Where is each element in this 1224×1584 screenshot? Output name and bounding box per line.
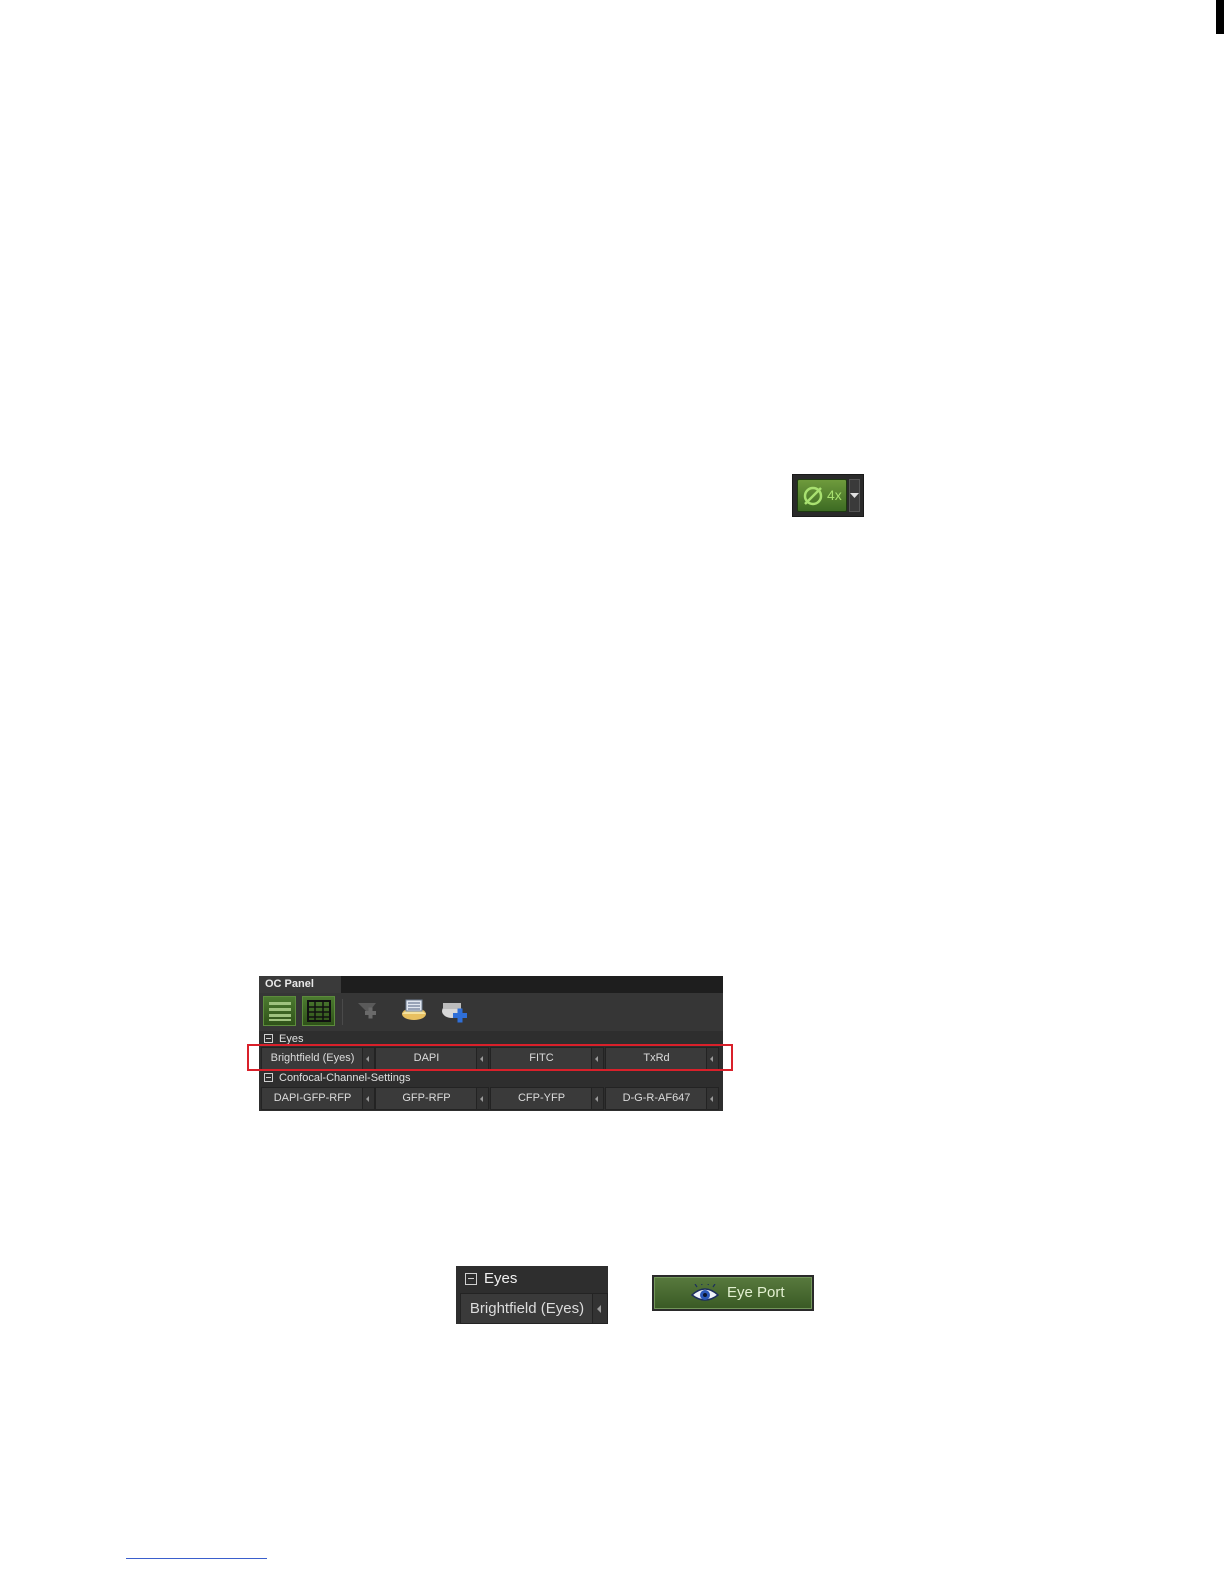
remove-oc-button[interactable]: [351, 996, 384, 1026]
document-page: 4x OC Panel Eyes Brightfield (Eyes) DAPI…: [0, 0, 1224, 1584]
group-label: Confocal-Channel-Settings: [279, 1072, 411, 1084]
cell-arrow-icon[interactable]: [476, 1088, 488, 1109]
eye-port-label: Eye Port: [727, 1284, 785, 1301]
grid-view-button[interactable]: [302, 996, 335, 1026]
edit-oc-button[interactable]: [397, 996, 430, 1026]
collapse-icon[interactable]: [264, 1073, 273, 1082]
objective-slash-icon: [803, 486, 823, 506]
oc-group-confocal[interactable]: Confocal-Channel-Settings: [259, 1070, 723, 1087]
oc-toolbar: [259, 993, 723, 1031]
oc-cell-dapi-gfp-rfp[interactable]: DAPI-GFP-RFP: [261, 1087, 375, 1110]
oc-cell-gfp-rfp[interactable]: GFP-RFP: [375, 1087, 489, 1110]
oc-cell-label: Brightfield (Eyes): [469, 1300, 585, 1317]
oc-cell-label: DAPI-GFP-RFP: [273, 1092, 352, 1104]
edit-oc-icon: [402, 999, 426, 1020]
oc-cell-d-g-r-af647[interactable]: D-G-R-AF647: [605, 1087, 719, 1110]
list-view-button[interactable]: [263, 996, 296, 1026]
cell-arrow-icon[interactable]: [591, 1088, 603, 1109]
remove-oc-icon: [358, 1003, 376, 1019]
oc-panel-titlebar: OC Panel: [259, 976, 723, 993]
collapse-icon[interactable]: [264, 1034, 273, 1043]
oc-cell-label: CFP-YFP: [517, 1092, 566, 1104]
oc-row-confocal: DAPI-GFP-RFP GFP-RFP CFP-YFP D-G-R-AF647: [259, 1087, 723, 1110]
eyes-group-header[interactable]: Eyes: [456, 1266, 608, 1292]
objective-label: 4x: [827, 487, 842, 503]
collapse-icon[interactable]: [465, 1273, 477, 1285]
chevron-down-icon: [850, 493, 859, 498]
eye-port-button[interactable]: Eye Port: [654, 1277, 812, 1309]
highlight-box: [247, 1044, 733, 1071]
group-label: Eyes: [484, 1270, 518, 1287]
footnote-rule: [126, 1558, 267, 1559]
cell-arrow-icon[interactable]: [362, 1088, 374, 1109]
eyes-group-crop: Eyes Brightfield (Eyes): [456, 1266, 608, 1324]
oc-cell-label: D-G-R-AF647: [622, 1092, 691, 1104]
objective-dropdown-button[interactable]: [849, 479, 860, 512]
grid-view-icon: [307, 1000, 331, 1022]
list-view-icon: [269, 1002, 291, 1021]
toolbar-separator: [342, 999, 343, 1025]
eye-icon: [691, 1284, 719, 1301]
oc-cell-label: GFP-RFP: [402, 1092, 451, 1104]
cell-arrow-icon[interactable]: [592, 1294, 607, 1323]
add-oc-icon: [442, 1003, 467, 1023]
oc-cell-brightfield[interactable]: Brightfield (Eyes): [460, 1293, 608, 1324]
page-edge-bar: [1216, 0, 1224, 34]
objective-button[interactable]: 4x: [797, 479, 847, 512]
oc-cell-cfp-yfp[interactable]: CFP-YFP: [490, 1087, 604, 1110]
tab-oc-panel[interactable]: OC Panel: [259, 976, 341, 993]
cell-arrow-icon[interactable]: [706, 1088, 718, 1109]
objective-selector[interactable]: 4x: [792, 474, 864, 517]
add-oc-button[interactable]: [437, 996, 470, 1026]
eye-port-widget: Eye Port: [652, 1275, 814, 1311]
